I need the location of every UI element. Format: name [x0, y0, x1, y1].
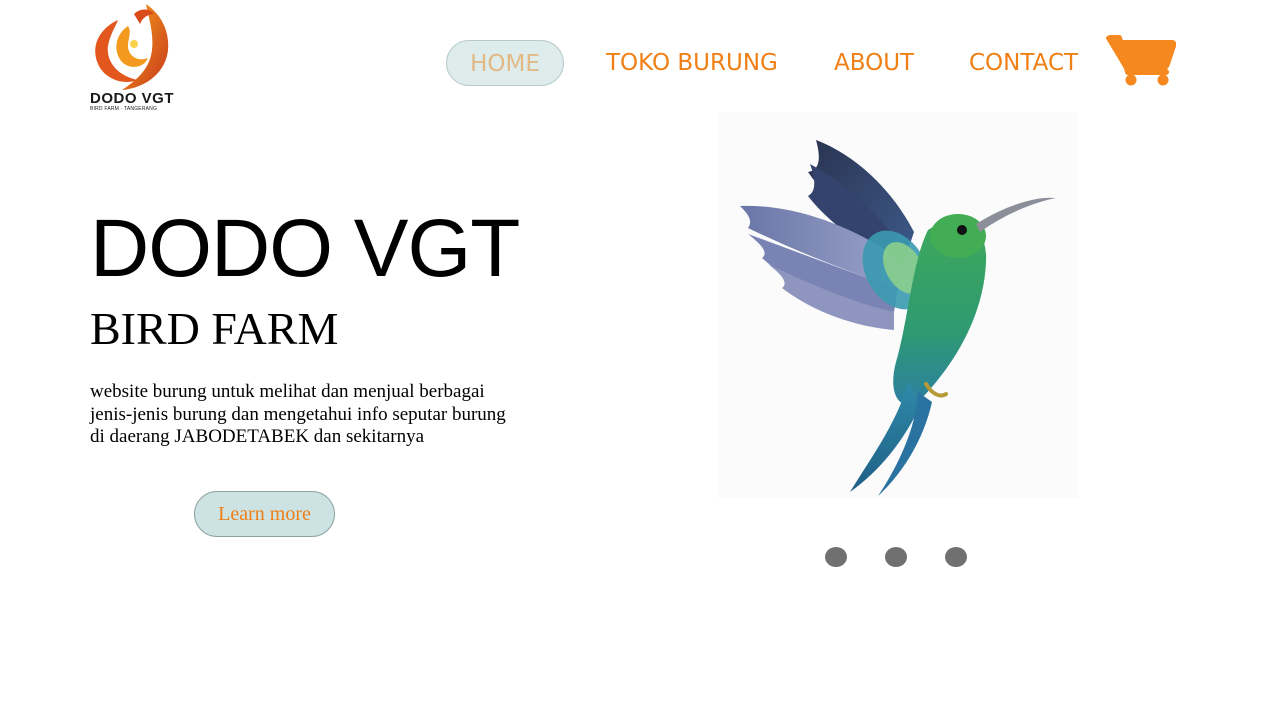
hero-title: DODO VGT: [90, 203, 520, 294]
hero-image: [718, 112, 1078, 498]
shopping-cart-icon: [1106, 35, 1177, 86]
logo[interactable]: DODO VGT BIRD FARM · TANGERANG: [88, 2, 176, 114]
cart-button[interactable]: [1106, 34, 1177, 86]
learn-more-button[interactable]: Learn more: [194, 491, 335, 537]
phoenix-logo-icon: [95, 4, 169, 90]
landing-page: DODO VGT BIRD FARM · TANGERANG HOME TOKO…: [0, 0, 1266, 701]
hero-subtitle: BIRD FARM: [90, 303, 339, 354]
nav-home[interactable]: HOME: [446, 40, 564, 86]
slider-dot-2[interactable]: [885, 547, 907, 567]
slider-dot-1[interactable]: [825, 547, 847, 567]
logo-subtitle: BIRD FARM · TANGERANG: [90, 106, 158, 112]
hero-description: website burung untuk melihat dan menjual…: [90, 381, 506, 447]
nav-about[interactable]: ABOUT: [834, 40, 914, 86]
logo-title: DODO VGT: [90, 90, 175, 107]
nav-toko-burung[interactable]: TOKO BURUNG: [606, 40, 778, 86]
nav-contact[interactable]: CONTACT: [969, 40, 1078, 86]
hummingbird-illustration: [740, 140, 1056, 496]
slider-dot-3[interactable]: [945, 547, 967, 567]
